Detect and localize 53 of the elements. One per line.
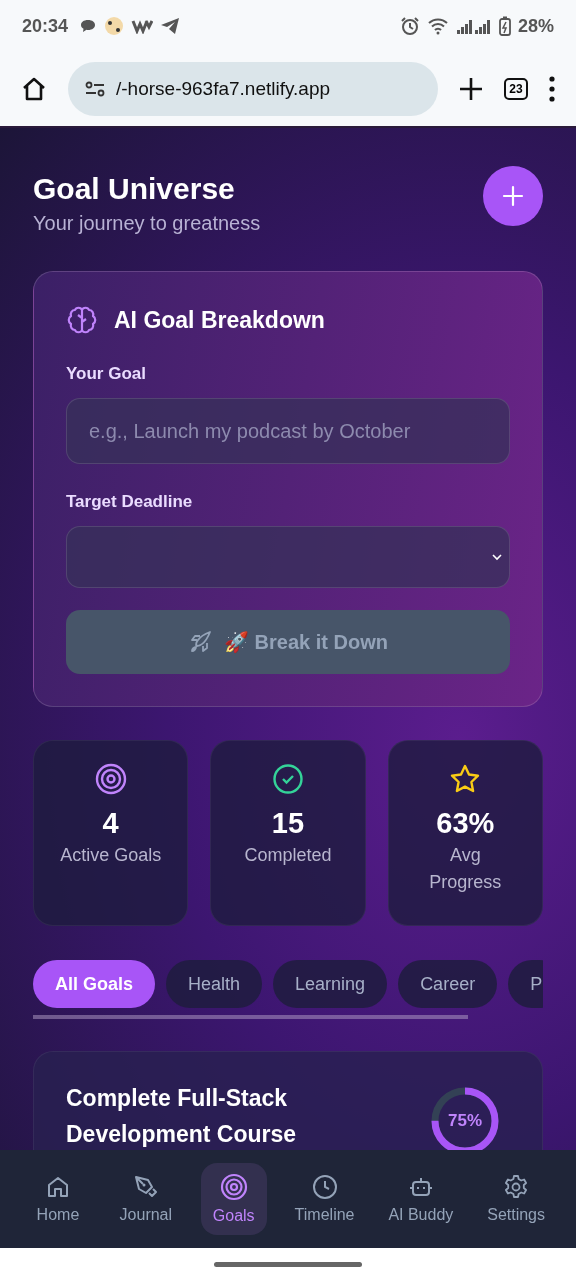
target-icon xyxy=(219,1173,248,1201)
star-icon xyxy=(449,763,482,795)
stat-value: 15 xyxy=(271,807,305,840)
pen-nib-icon xyxy=(132,1174,159,1200)
site-settings-icon[interactable] xyxy=(84,80,106,98)
stat-value: 63% xyxy=(436,807,495,840)
app-title: Goal Universe xyxy=(33,172,236,206)
nav-tab[interactable]: Home xyxy=(24,1164,91,1234)
progress-percent: 75% xyxy=(447,1110,483,1132)
battery-percent: 28% xyxy=(517,15,554,37)
stat-label: Completed xyxy=(243,844,333,867)
filter-chip[interactable]: Learning xyxy=(273,960,388,1008)
settings-icon xyxy=(503,1174,530,1200)
address-bar[interactable]: /-horse-963fa7.netlify.app xyxy=(68,62,438,116)
nav-tab[interactable]: Timeline xyxy=(288,1164,361,1234)
stat-value: 4 xyxy=(102,807,119,840)
stat-label: Active Goals xyxy=(59,844,163,867)
filter-chip[interactable]: All Goals xyxy=(33,960,156,1008)
filter-chip[interactable]: Health xyxy=(166,960,263,1008)
battery-icon xyxy=(498,16,511,36)
field-label: Target Deadline xyxy=(66,492,194,512)
brain-icon xyxy=(66,304,98,336)
nav-tab[interactable]: Goals xyxy=(200,1163,267,1235)
stat-label: Avg Progress xyxy=(428,844,503,894)
target-icon xyxy=(94,763,127,795)
chat-icon xyxy=(79,18,98,34)
card-title: AI Goal Breakdown xyxy=(114,306,325,334)
app-icon xyxy=(104,16,125,36)
nav-tab[interactable]: Settings xyxy=(481,1164,551,1234)
clock-icon xyxy=(311,1174,338,1200)
goal-input-field[interactable]: e.g., Launch my podcast by October xyxy=(66,398,510,464)
tab-count[interactable]: 23 xyxy=(504,78,528,100)
signal-icon xyxy=(455,18,492,34)
add-goal-button[interactable] xyxy=(483,166,543,226)
alarm-icon xyxy=(399,16,420,36)
send-icon xyxy=(160,17,181,35)
status-time: 20:34 xyxy=(22,15,69,37)
url-text: /-horse-963fa7.netlify.app xyxy=(116,78,331,100)
chevron-down-icon xyxy=(491,553,503,561)
nav-tab[interactable]: Journal xyxy=(112,1164,179,1234)
goal-title: Complete Full-Stack Development Course xyxy=(66,1084,298,1149)
wifi-icon xyxy=(426,17,449,35)
check-circle-icon xyxy=(272,763,304,795)
filter-chip[interactable]: P xyxy=(508,960,543,1008)
home-indicator[interactable] xyxy=(214,1261,362,1267)
nav-tab[interactable]: AI Buddy xyxy=(382,1164,460,1234)
app-subtitle: Your journey to greatness xyxy=(33,212,261,235)
menu-icon[interactable] xyxy=(548,76,556,102)
filter-chip[interactable]: Career xyxy=(398,960,498,1008)
goal-card[interactable]: Complete Full-Stack Development Course 75% xyxy=(33,1051,543,1150)
field-label: Your Goal xyxy=(66,364,147,384)
plus-icon xyxy=(502,185,524,207)
new-tab-icon[interactable] xyxy=(458,76,484,102)
